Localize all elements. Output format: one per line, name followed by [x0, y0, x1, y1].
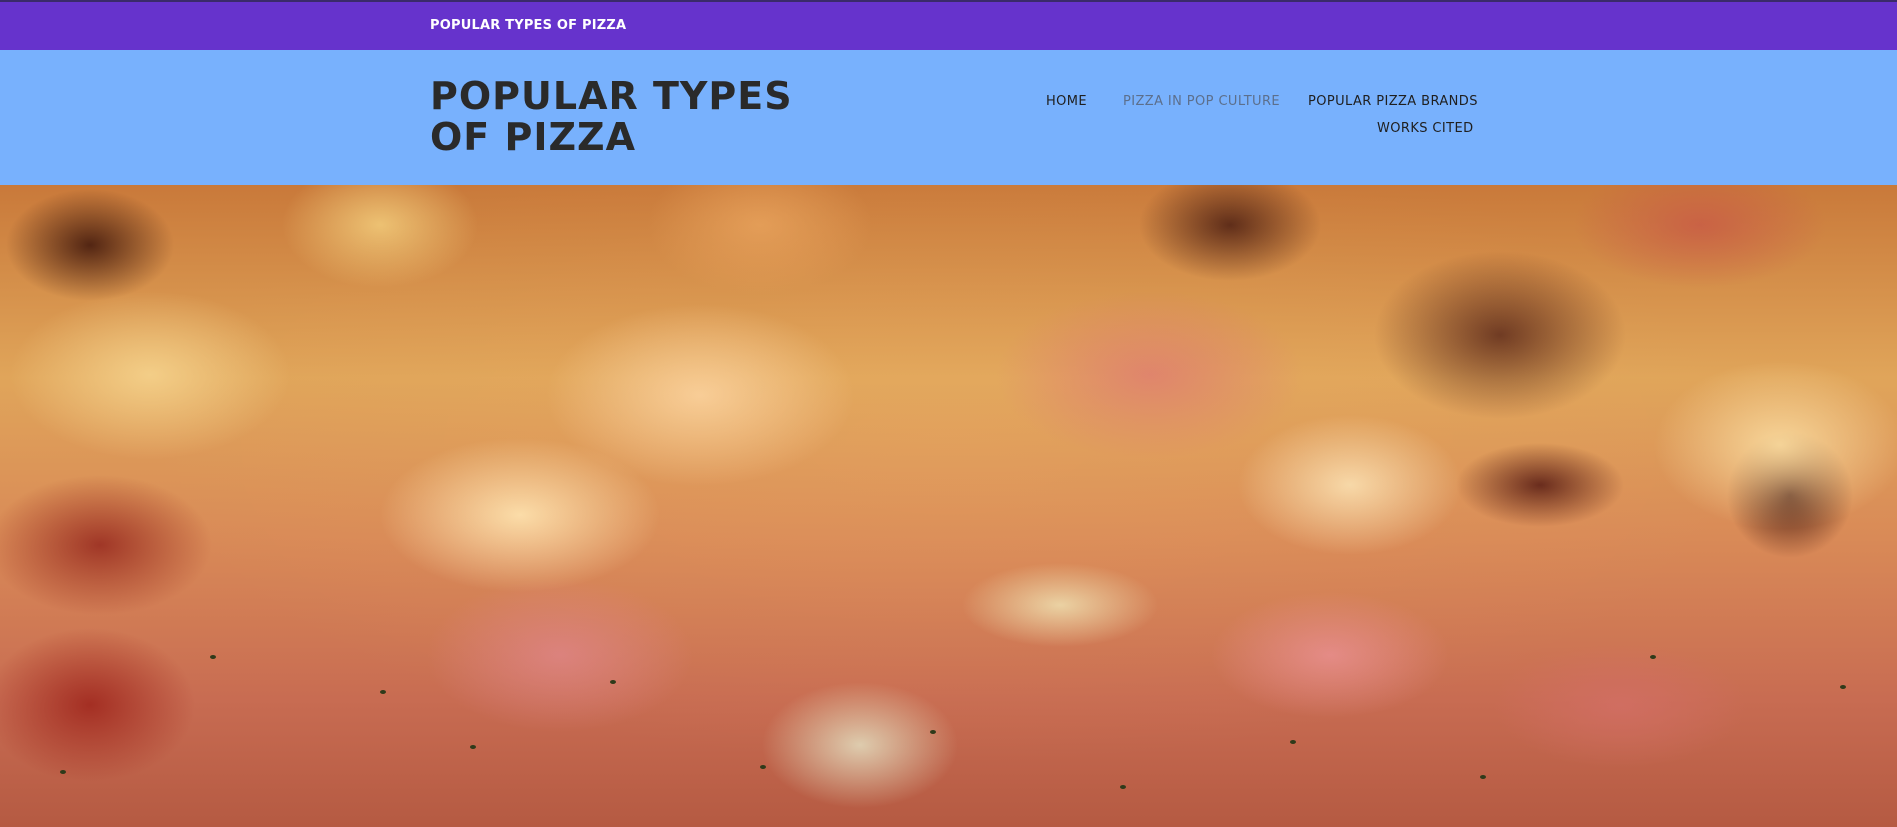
herb-speck	[930, 730, 936, 734]
herb-speck	[1650, 655, 1656, 659]
nav-item-home[interactable]: HOME	[1046, 94, 1087, 109]
top-bar-title[interactable]: POPULAR TYPES OF PIZZA	[430, 18, 626, 33]
nav-item-works-cited[interactable]: WORKS CITED	[1377, 121, 1474, 136]
top-bar: POPULAR TYPES OF PIZZA	[0, 0, 1897, 50]
site-title[interactable]: POPULAR TYPES OF PIZZA	[430, 76, 850, 158]
herb-speck	[610, 680, 616, 684]
herb-speck	[1290, 740, 1296, 744]
herb-speck	[210, 655, 216, 659]
site-header: POPULAR TYPES OF PIZZA HOME PIZZA IN POP…	[0, 50, 1897, 185]
main-navigation: HOME PIZZA IN POP CULTURE POPULAR PIZZA …	[1010, 94, 1477, 154]
nav-item-popular-pizza-brands[interactable]: POPULAR PIZZA BRANDS	[1308, 94, 1478, 109]
herb-speck	[1840, 685, 1846, 689]
herb-speck	[470, 745, 476, 749]
herb-speck	[1480, 775, 1486, 779]
herb-speck	[760, 765, 766, 769]
nav-item-pizza-in-pop-culture[interactable]: PIZZA IN POP CULTURE	[1123, 94, 1280, 109]
herb-speck	[1120, 785, 1126, 789]
hero-pizza-image	[0, 185, 1897, 827]
herb-speck	[60, 770, 66, 774]
hero-image-overlay	[0, 185, 1897, 827]
herb-speck	[380, 690, 386, 694]
